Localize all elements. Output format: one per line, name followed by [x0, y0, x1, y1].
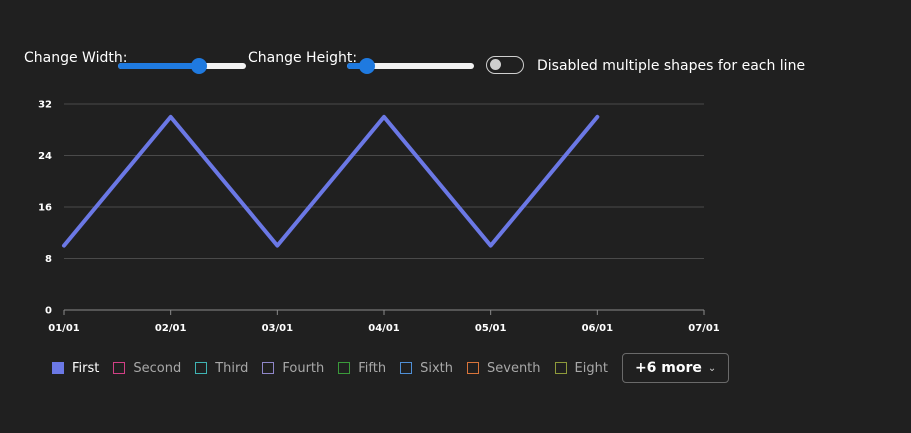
legend-label: Sixth [420, 360, 453, 376]
x-tick-label: 06/01 [582, 323, 614, 334]
height-slider-thumb[interactable] [359, 58, 376, 74]
legend-item[interactable]: Sixth [400, 361, 453, 376]
legend-item[interactable]: First [52, 361, 99, 376]
legend-label: Seventh [487, 360, 541, 376]
x-tick-label: 02/01 [155, 323, 187, 334]
legend-item[interactable]: Third [195, 361, 248, 376]
height-slider[interactable] [347, 56, 474, 76]
width-slider-label: Change Width: [24, 50, 128, 66]
legend-swatch [400, 362, 413, 374]
chart-legend: First Second Third Fourth Fifth Sixth Seventh E… [52, 352, 730, 384]
y-tick-label: 16 [38, 203, 52, 214]
legend-swatch [195, 362, 208, 374]
x-tick-label: 05/01 [475, 323, 507, 334]
legend-item[interactable]: Eight [554, 360, 608, 376]
legend-item[interactable]: Second [113, 361, 181, 376]
legend-label: First [72, 360, 100, 376]
legend-item[interactable]: Fifth [338, 361, 386, 376]
toggle-knob [490, 59, 501, 70]
y-tick-label: 32 [38, 100, 52, 111]
legend-swatch [113, 362, 126, 374]
toggle-label: Disabled multiple shapes for each line [537, 58, 806, 74]
y-tick-label: 8 [45, 254, 52, 265]
x-tick-label: 03/01 [262, 323, 294, 334]
line-chart: 0 8 16 24 32 01/01 02/01 03/01 04/01 05/01 06/01 07… [38, 100, 720, 335]
legend-label: Eight [574, 360, 608, 376]
width-slider[interactable] [118, 56, 246, 76]
legend-item[interactable]: Fourth [262, 361, 324, 376]
series-line [62, 114, 600, 248]
legend-swatch [338, 362, 351, 374]
legend-label: Second [133, 360, 182, 376]
axes: 0 8 16 24 32 01/01 02/01 03/01 04/01 05/01 06/01 07… [38, 100, 720, 335]
x-tick-label: 01/01 [48, 323, 80, 334]
x-tick-label: 04/01 [368, 323, 400, 334]
legend-swatch [467, 362, 479, 374]
width-slider-thumb[interactable] [190, 58, 207, 74]
more-series-label: +6 more [634, 360, 702, 376]
multiple-shapes-toggle[interactable] [486, 56, 524, 74]
more-series-button[interactable]: +6 more ⌄ [621, 353, 730, 383]
legend-items: First Second Third Fourth Fifth Sixth Seventh E… [52, 361, 622, 376]
legend-swatch [52, 362, 64, 374]
width-slider-fill [118, 63, 199, 69]
y-tick-label: 24 [38, 151, 52, 162]
legend-label: Fourth [282, 360, 325, 376]
legend-label: Fifth [358, 360, 387, 376]
legend-item[interactable]: Seventh [467, 361, 541, 376]
y-tick-label: 0 [45, 306, 52, 317]
series-layer [62, 114, 600, 248]
legend-label: Third [215, 360, 249, 376]
legend-swatch [262, 362, 275, 374]
chevron-down-icon: ⌄ [707, 362, 717, 374]
chart-controls: Change Width: Change Height: Disabled mu… [24, 48, 884, 84]
x-tick-label: 07/01 [688, 323, 720, 334]
height-slider-label: Change Height: [248, 50, 358, 66]
legend-swatch [554, 362, 567, 374]
